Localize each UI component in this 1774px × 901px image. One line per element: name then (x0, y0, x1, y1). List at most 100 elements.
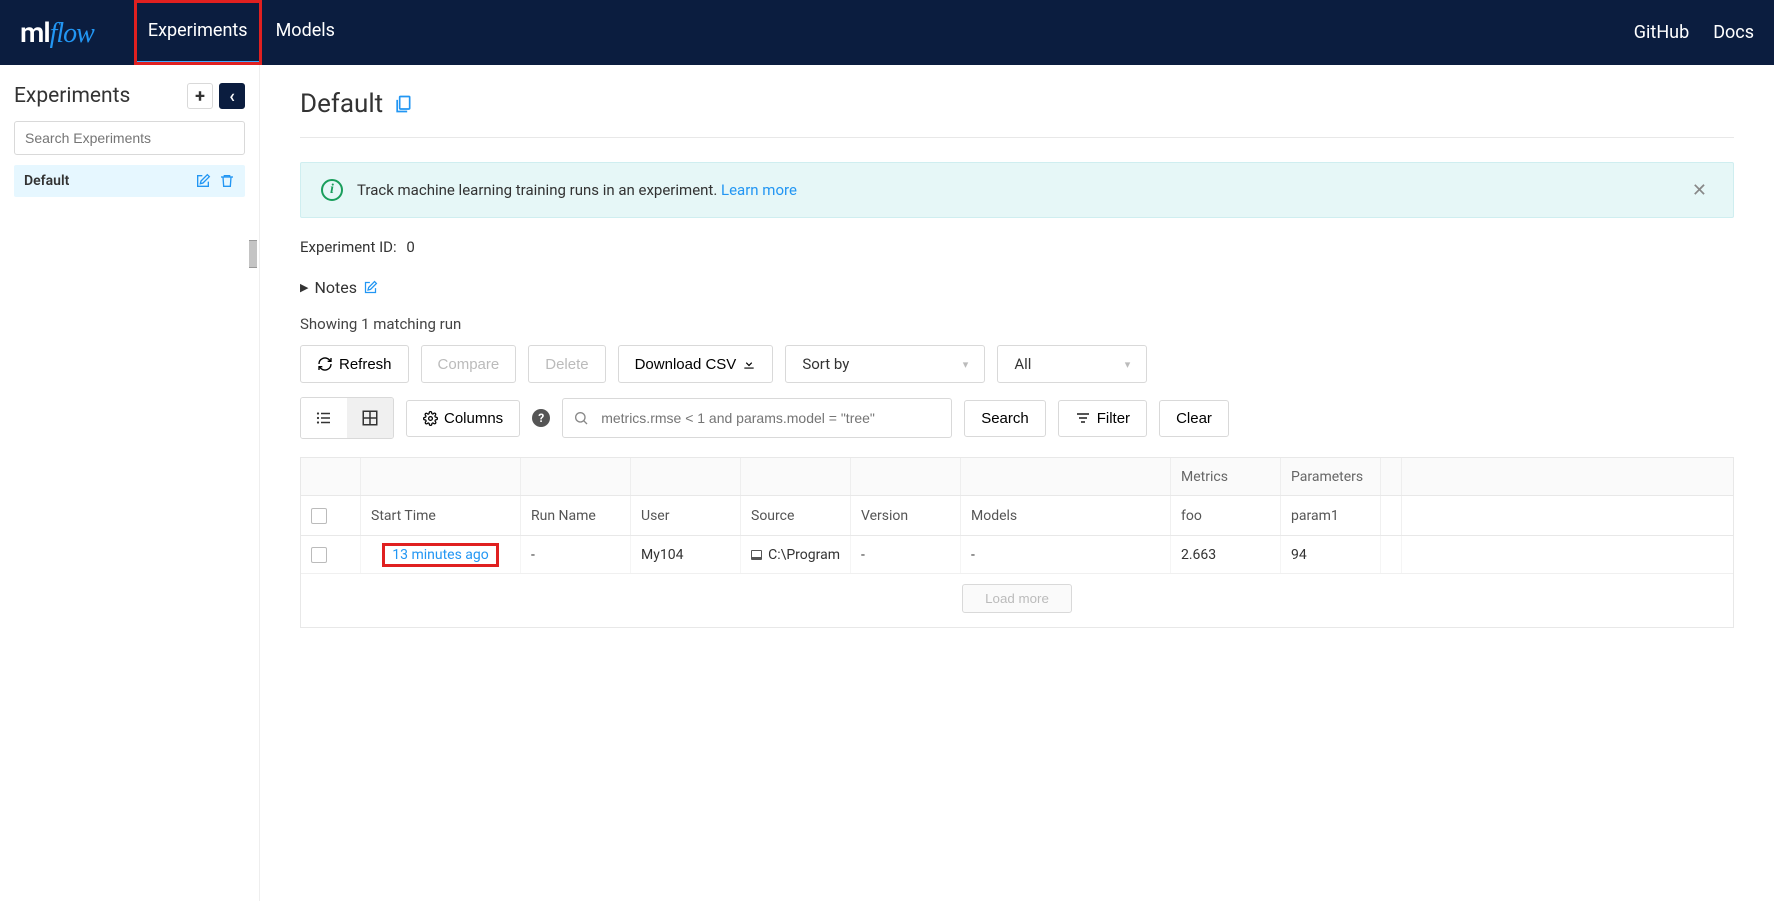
header-models[interactable]: Models (961, 496, 1171, 535)
link-github[interactable]: GitHub (1634, 22, 1689, 43)
toolbar-secondary: Columns ? Search Filter Clear (300, 397, 1734, 439)
mlflow-logo[interactable]: mlflow (20, 16, 94, 50)
add-experiment-button[interactable]: + (187, 83, 213, 109)
search-runs-input[interactable] (595, 404, 941, 432)
cell-models: - (961, 536, 1171, 573)
list-view-button[interactable] (301, 398, 347, 438)
sidebar-title: Experiments (14, 84, 130, 108)
header-param1[interactable]: param1 (1281, 496, 1381, 535)
gear-icon (423, 411, 438, 426)
sidebar: Experiments + ‹ Default (0, 65, 260, 901)
grid-view-button[interactable] (347, 398, 393, 438)
search-icon (573, 410, 589, 426)
select-all-checkbox[interactable] (311, 508, 327, 524)
filter-all-label: All (1014, 355, 1031, 373)
plus-icon: + (195, 86, 205, 107)
filter-label: Filter (1097, 410, 1130, 427)
sidebar-item-default[interactable]: Default (14, 165, 245, 197)
chevron-left-icon: ‹ (229, 86, 235, 107)
experiment-id-label: Experiment ID: (300, 238, 397, 256)
notes-label: Notes (314, 278, 357, 297)
columns-button[interactable]: Columns (406, 400, 520, 437)
header-start-time[interactable]: Start Time (361, 496, 521, 535)
header-run-name[interactable]: Run Name (521, 496, 631, 535)
tab-experiments[interactable]: Experiments (134, 0, 262, 65)
copy-icon[interactable] (393, 94, 413, 114)
header-source[interactable]: Source (741, 496, 851, 535)
refresh-icon (317, 356, 333, 372)
header-right: GitHub Docs (1634, 22, 1754, 43)
row-checkbox[interactable] (311, 547, 327, 563)
top-header: mlflow Experiments Models GitHub Docs (0, 0, 1774, 65)
sortby-select[interactable]: Sort by ▾ (785, 345, 985, 383)
main-content: Default i Track machine learning trainin… (260, 65, 1774, 901)
filter-button[interactable]: Filter (1058, 400, 1147, 437)
sidebar-item-label: Default (24, 173, 69, 189)
columns-label: Columns (444, 410, 503, 427)
header-foo[interactable]: foo (1171, 496, 1281, 535)
sidebar-scrollbar[interactable] (249, 240, 257, 268)
info-icon: i (321, 179, 343, 201)
table-group-header: Metrics Parameters (301, 458, 1733, 496)
search-runs-wrap (562, 398, 952, 438)
table-row: 13 minutes ago - My104 C:\Program - - 2.… (301, 536, 1733, 574)
group-parameters: Parameters (1281, 458, 1381, 495)
experiment-id-value: 0 (406, 238, 414, 256)
filter-all-select[interactable]: All ▾ (997, 345, 1147, 383)
source-text: C:\Program (768, 547, 840, 563)
run-link[interactable]: 13 minutes ago (384, 545, 497, 565)
close-banner-button[interactable]: ✕ (1686, 180, 1713, 201)
banner-message: Track machine learning training runs in … (357, 181, 721, 199)
clear-button[interactable]: Clear (1159, 400, 1229, 437)
refresh-label: Refresh (339, 356, 392, 373)
cell-run-name: - (521, 536, 631, 573)
cell-version: - (851, 536, 961, 573)
group-metrics: Metrics (1171, 458, 1281, 495)
cell-foo: 2.663 (1171, 536, 1281, 573)
download-label: Download CSV (635, 356, 737, 373)
toolbar-primary: Refresh Compare Delete Download CSV Sort… (300, 345, 1734, 383)
view-toggle (300, 397, 394, 439)
learn-more-link[interactable]: Learn more (721, 181, 797, 199)
table-header-row: Start Time Run Name User Source Version … (301, 496, 1733, 536)
download-csv-button[interactable]: Download CSV (618, 345, 774, 383)
info-banner: i Track machine learning training runs i… (300, 162, 1734, 218)
list-icon (315, 409, 333, 427)
cell-user: My104 (631, 536, 741, 573)
filter-icon (1075, 410, 1091, 426)
link-docs[interactable]: Docs (1713, 22, 1754, 43)
header-user[interactable]: User (631, 496, 741, 535)
showing-count: Showing 1 matching run (300, 315, 1734, 333)
logo-ml: ml (20, 16, 50, 49)
delete-button: Delete (528, 345, 605, 383)
laptop-icon (751, 550, 762, 560)
header-version[interactable]: Version (851, 496, 961, 535)
row-checkbox-cell (301, 536, 361, 573)
header-checkbox-cell (301, 496, 361, 535)
delete-icon[interactable] (219, 173, 235, 189)
cell-source: C:\Program (741, 536, 851, 573)
chevron-down-icon: ▾ (1125, 358, 1131, 371)
collapse-sidebar-button[interactable]: ‹ (219, 83, 245, 109)
nav-tabs: Experiments Models (134, 0, 349, 65)
page-title: Default (300, 89, 383, 119)
banner-text: Track machine learning training runs in … (357, 181, 1672, 199)
sortby-label: Sort by (802, 355, 849, 373)
notes-toggle[interactable]: ▶ Notes (300, 278, 1734, 297)
experiment-id-row: Experiment ID: 0 (300, 238, 1734, 256)
runs-table: Metrics Parameters Start Time Run Name U… (300, 457, 1734, 628)
tab-models[interactable]: Models (262, 0, 349, 65)
compare-button: Compare (421, 345, 517, 383)
close-icon: ✕ (1692, 180, 1707, 201)
search-experiments-input[interactable] (14, 121, 245, 155)
chevron-down-icon: ▾ (963, 358, 969, 371)
cell-param1: 94 (1281, 536, 1381, 573)
refresh-button[interactable]: Refresh (300, 345, 409, 383)
help-icon[interactable]: ? (532, 409, 550, 427)
search-button[interactable]: Search (964, 400, 1046, 437)
load-more-button: Load more (962, 584, 1072, 613)
cell-start-time: 13 minutes ago (361, 536, 521, 573)
edit-notes-icon[interactable] (363, 280, 378, 295)
edit-icon[interactable] (195, 173, 211, 189)
grid-icon (361, 409, 379, 427)
